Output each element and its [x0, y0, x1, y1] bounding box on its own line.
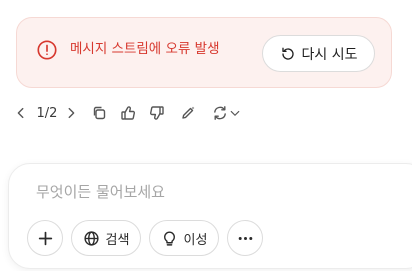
copy-button[interactable] — [89, 102, 109, 124]
retry-label: 다시 시도 — [301, 46, 358, 63]
globe-icon — [83, 230, 99, 246]
edit-icon — [182, 106, 195, 119]
response-page-indicator: 1/2 — [36, 105, 58, 121]
more-options-button[interactable] — [227, 220, 263, 256]
regenerate-icon — [214, 106, 226, 120]
chevron-right-icon — [68, 107, 75, 119]
error-icon — [37, 40, 57, 60]
lightbulb-icon — [163, 231, 175, 246]
more-icon — [238, 236, 252, 240]
search-button-label: 검색 — [105, 232, 130, 248]
thumbs-up-button[interactable] — [118, 102, 138, 124]
retry-icon — [281, 47, 294, 60]
search-button[interactable]: 검색 — [71, 220, 141, 256]
plus-icon — [38, 231, 52, 245]
copy-icon — [93, 106, 106, 120]
error-banner: 메시지 스트림에 오류 발생 다시 시도 — [16, 17, 392, 88]
error-message: 메시지 스트림에 오류 발생 — [70, 41, 220, 57]
attach-button[interactable] — [27, 220, 63, 256]
edit-button[interactable] — [178, 102, 198, 124]
regenerate-options-button[interactable] — [229, 102, 241, 124]
next-response-button[interactable] — [64, 102, 78, 124]
prompt-input[interactable] — [36, 180, 396, 204]
reason-button-label: 이성 — [183, 232, 208, 248]
composer: 검색 이성 — [8, 163, 412, 269]
regenerate-button[interactable] — [210, 102, 230, 124]
reason-button[interactable]: 이성 — [149, 220, 219, 256]
previous-response-button[interactable] — [14, 102, 28, 124]
thumbs-down-icon — [150, 106, 164, 120]
chevron-left-icon — [17, 107, 24, 119]
thumbs-down-button[interactable] — [147, 102, 167, 124]
thumbs-up-icon — [121, 106, 135, 120]
retry-button[interactable]: 다시 시도 — [262, 35, 375, 72]
chevron-down-icon — [230, 110, 240, 116]
